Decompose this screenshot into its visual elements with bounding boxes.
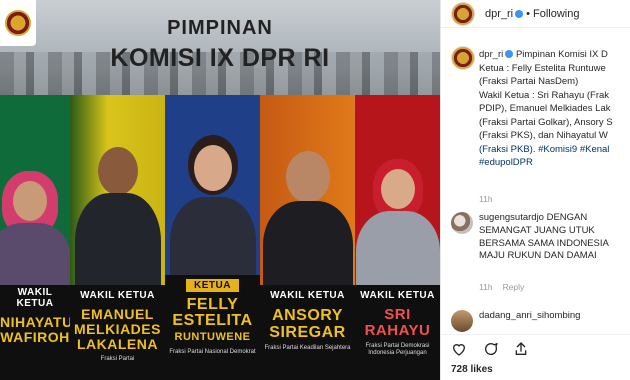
- avatar[interactable]: [451, 310, 473, 332]
- caption-line: (Fraksi PKS), dan Nihayatul W: [479, 130, 608, 141]
- hashtag-link[interactable]: #edupolDPR: [479, 157, 533, 168]
- person-name: FELLY ESTELITA RUNTUWENE: [165, 297, 260, 345]
- person-face: [13, 181, 47, 221]
- role-label: WAKIL KETUA: [360, 290, 435, 301]
- separator-dot: •: [526, 7, 530, 20]
- comment-line: MAJU RUKUN DAN DAMAI: [479, 250, 597, 262]
- person-face: [97, 147, 138, 195]
- panel-felly: KETUA FELLY ESTELITA RUNTUWENE Fraksi Pa…: [165, 95, 260, 380]
- fraksi-label: Fraksi Partai Demokrasi Indonesia Perjua…: [365, 343, 430, 356]
- person-face: [193, 145, 232, 191]
- verified-badge-icon: [505, 50, 514, 59]
- name-line: SIREGAR: [269, 324, 346, 341]
- likes-count[interactable]: 728 likes: [451, 364, 493, 375]
- panel-label: WAKIL KETUA EMANUEL MELKIADES LAKALENA F…: [70, 285, 165, 380]
- post-header: dpr_ri • Following: [441, 0, 630, 28]
- fraksi-label: Fraksi Partai Keadilan Sejahtera: [264, 345, 351, 351]
- comment-line: BERSAMA SAMA INDONESIA: [479, 237, 609, 249]
- verified-badge-icon: [515, 9, 524, 18]
- caption-line: Wakil Ketua : Sri Rahayu (Frak: [479, 89, 610, 101]
- panel-sri: WAKIL KETUA SRI RAHAYU Fraksi Partai Dem…: [355, 95, 440, 380]
- person-name: EMANUEL MELKIADES LAKALENA: [70, 307, 165, 352]
- name-line: RUNTUWENE: [174, 331, 251, 343]
- hashtag-line[interactable]: (Fraksi PKB). #Komisi9 #Kenal: [479, 144, 609, 155]
- fraksi-label: Fraksi Partai Nasional Demokrat: [169, 349, 256, 355]
- role-label: WAKIL KETUA: [16, 287, 54, 309]
- role-label: WAKIL KETUA: [270, 290, 345, 301]
- caption-line: PDIP), Emanuel Melkiades Lak: [479, 103, 611, 114]
- caption-line: Ketua : Felly Estelita Runtuwe: [479, 62, 606, 74]
- reply-button[interactable]: Reply: [503, 282, 525, 292]
- post-image[interactable]: PIMPINAN KOMISI IX DPR RI WAKIL KETUA NI…: [0, 0, 440, 380]
- avatar[interactable]: [451, 1, 475, 26]
- comment-line: DENGAN: [546, 212, 588, 223]
- name-line: LAKALENA: [77, 336, 158, 352]
- post-title-line2: KOMISI IX DPR RI: [110, 44, 330, 72]
- comment-meta: 11h Reply: [479, 282, 524, 292]
- action-bar: [441, 334, 630, 359]
- following-button[interactable]: Following: [533, 8, 579, 20]
- caption-username[interactable]: dpr_ri: [479, 49, 503, 60]
- panel-emanuel: WAKIL KETUA EMANUEL MELKIADES LAKALENA F…: [70, 95, 165, 380]
- comment-text: sugengsutardjo DENGAN SEMANGAT JUANG UTU…: [479, 212, 630, 263]
- role-label: KETUA: [186, 279, 239, 292]
- comment-line: SEMANGAT JUANG UTUK: [479, 224, 595, 236]
- name-line: FELLY: [186, 296, 239, 313]
- name-line: EMANUEL: [81, 306, 154, 322]
- panel-label: WAKIL KETUA SRI RAHAYU Fraksi Partai Dem…: [355, 285, 440, 380]
- caption-line: (Fraksi Partai Golkar), Ansory S: [479, 116, 613, 128]
- role-label: WAKIL KETUA: [80, 290, 155, 301]
- leaders-panels: WAKIL KETUA NIHAYATUL WAFIROH WAKIL KETU…: [0, 95, 440, 380]
- panel-label: WAKIL KETUA ANSORY SIREGAR Fraksi Partai…: [260, 285, 355, 380]
- name-line: SRI: [384, 306, 411, 323]
- avatar[interactable]: [451, 46, 475, 70]
- heart-icon[interactable]: [451, 341, 467, 357]
- person-name: NIHAYATUL WAFIROH: [0, 315, 70, 345]
- fraksi-label: Fraksi Partai: [100, 356, 135, 362]
- panel-label: WAKIL KETUA NIHAYATUL WAFIROH: [0, 285, 70, 380]
- person-name: SRI RAHAYU: [355, 307, 440, 339]
- name-line: ESTELITA: [172, 312, 253, 329]
- person-face: [380, 169, 415, 209]
- avatar[interactable]: [451, 212, 473, 234]
- person-name: ANSORY SIREGAR: [260, 307, 355, 341]
- name-line: NIHAYATUL: [0, 314, 70, 330]
- comment-username[interactable]: sugengsutardjo: [479, 212, 544, 223]
- post-title-line1: PIMPINAN: [167, 17, 273, 39]
- caption-text: dpr_ri Pimpinan Komisi IX D Ketua : Fell…: [479, 48, 630, 170]
- panel-nihayatul: WAKIL KETUA NIHAYATUL WAFIROH: [0, 95, 70, 380]
- name-line: MELKIADES: [74, 321, 161, 337]
- share-icon[interactable]: [513, 341, 529, 357]
- panel-ansory: WAKIL KETUA ANSORY SIREGAR Fraksi Partai…: [260, 95, 355, 380]
- comment-username[interactable]: dadang_anri_sihombing: [479, 310, 630, 323]
- name-line: RAHAYU: [364, 322, 431, 339]
- comment-icon[interactable]: [483, 341, 499, 357]
- post-sidebar: dpr_ri • Following dpr_ri Pimpinan Komis…: [440, 0, 630, 380]
- person-face: [285, 151, 330, 203]
- comment-timestamp: 11h: [479, 282, 493, 292]
- name-line: ANSORY: [272, 307, 343, 324]
- name-line: WAFIROH: [0, 329, 70, 345]
- caption-line: (Fraksi Partai NasDem): [479, 76, 579, 87]
- username-link[interactable]: dpr_ri: [485, 8, 513, 20]
- caption-line: Pimpinan Komisi IX D: [515, 49, 608, 60]
- panel-label: KETUA FELLY ESTELITA RUNTUWENE Fraksi Pa…: [165, 275, 260, 380]
- caption-timestamp: 11h: [479, 194, 493, 204]
